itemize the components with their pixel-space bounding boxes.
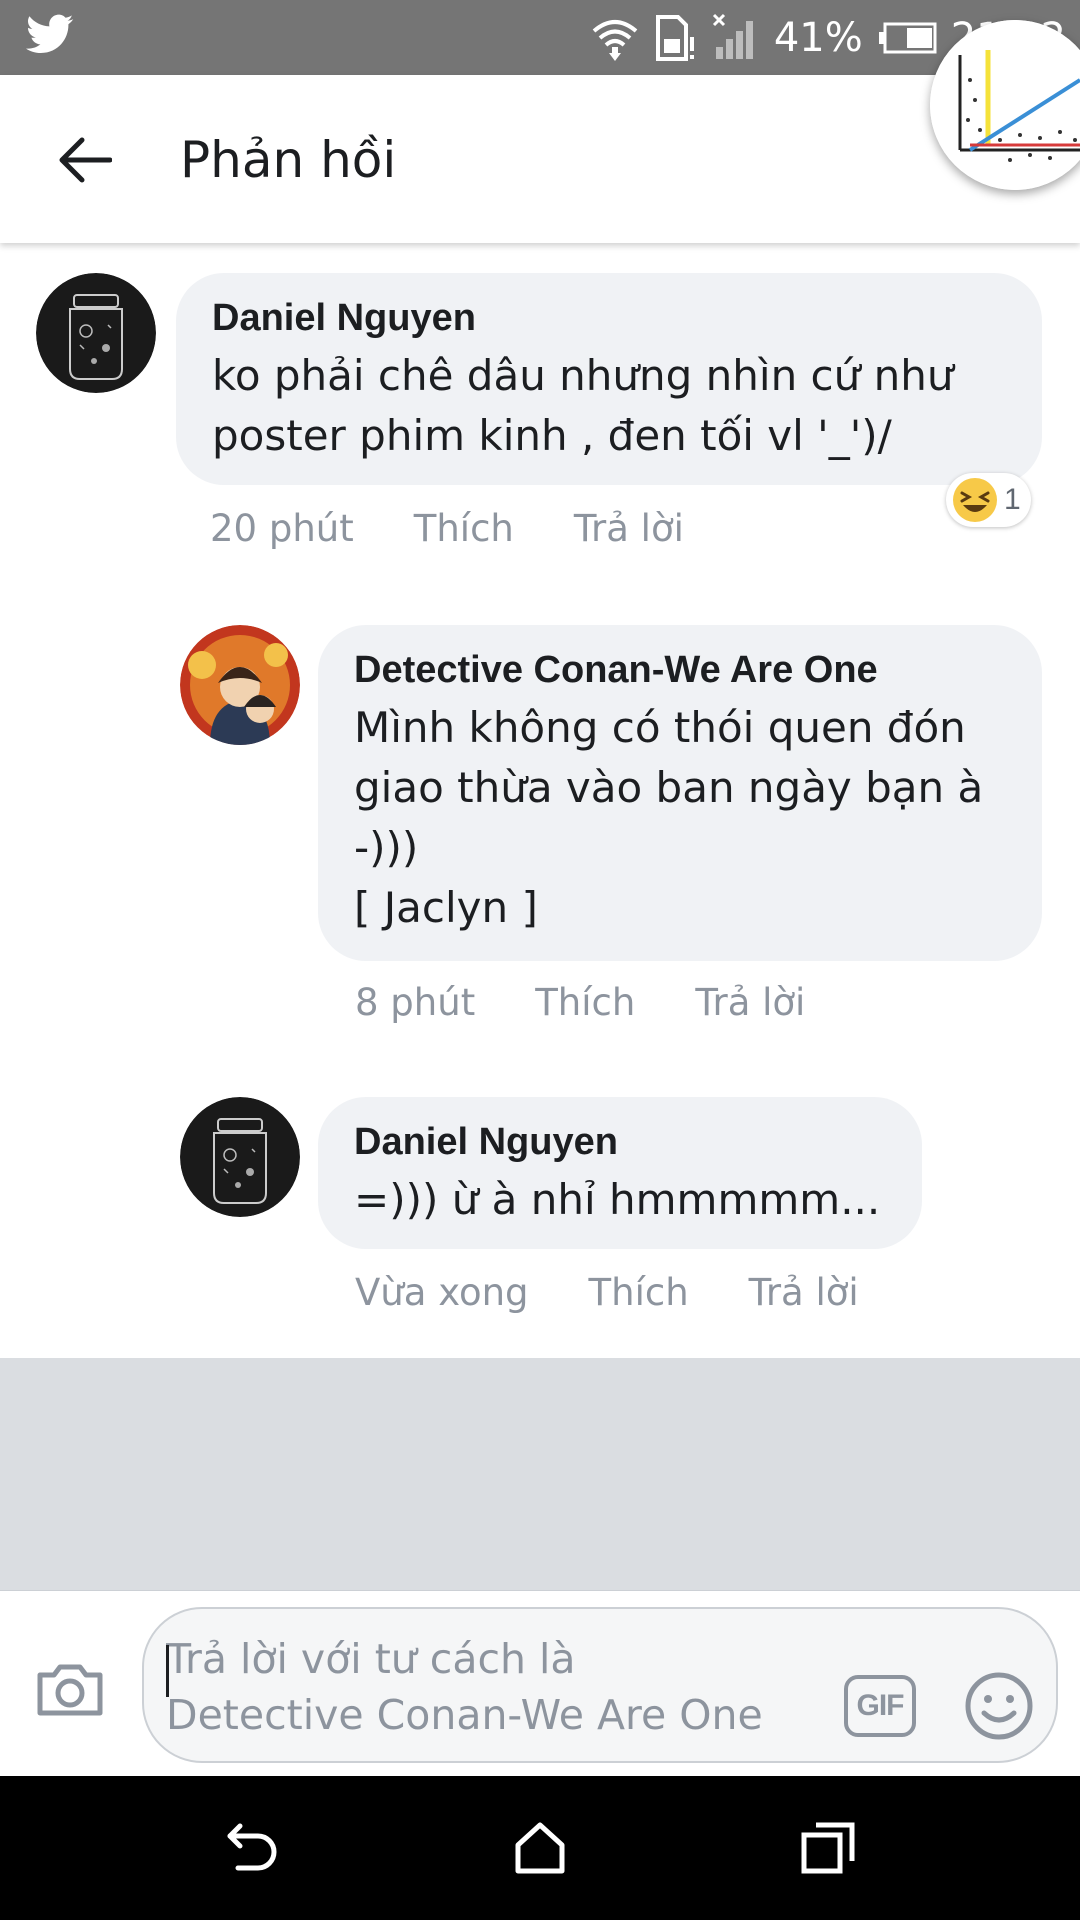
comment-meta: Vừa xong Thích Trả lời <box>355 1271 859 1314</box>
comment-bubble[interactable]: Daniel Nguyen ko phải chê dâu nhưng nhìn… <box>176 273 1042 485</box>
comment-author[interactable]: Detective Conan-We Are One <box>354 649 1006 692</box>
smiley-icon[interactable] <box>964 1671 1034 1746</box>
home-nav-icon[interactable] <box>510 1818 570 1878</box>
system-nav-bar <box>0 1776 1080 1920</box>
comment-text: ko phải chê dâu nhưng nhìn cứ như poster… <box>212 351 954 460</box>
wifi-icon <box>590 13 640 63</box>
comment-bubble[interactable]: Detective Conan-We Are One Mình không có… <box>318 625 1042 961</box>
reply-composer: GIF <box>0 1590 1080 1776</box>
like-button[interactable]: Thích <box>414 507 514 550</box>
app-header: Phản hồi <box>0 75 1080 243</box>
reply-input[interactable] <box>166 1631 816 1745</box>
signal-icon <box>712 13 760 63</box>
avatar[interactable] <box>180 1097 300 1217</box>
reply-button[interactable]: Trả lời <box>695 981 805 1024</box>
recents-nav-icon[interactable] <box>798 1818 858 1878</box>
empty-area <box>0 1358 1080 1590</box>
reply-button[interactable]: Trả lời <box>574 507 684 550</box>
camera-icon[interactable] <box>34 1659 106 1724</box>
sim-icon <box>654 13 698 63</box>
comment-time: 20 phút <box>210 507 354 550</box>
comment-text: Mình không có thói quen đón giao thừa và… <box>354 703 984 932</box>
reply-button[interactable]: Trả lời <box>749 1271 859 1314</box>
status-bar: 41% 21:12 <box>0 0 1080 75</box>
battery-percent: 41% <box>773 14 863 61</box>
back-arrow-icon[interactable] <box>50 125 120 195</box>
comments-list: Daniel Nguyen ko phải chê dâu nhưng nhìn… <box>0 243 1080 1358</box>
text-cursor <box>166 1645 169 1697</box>
avatar[interactable] <box>36 273 156 393</box>
reply-box[interactable]: GIF <box>142 1607 1058 1763</box>
twitter-icon <box>26 14 74 63</box>
reaction-badge[interactable]: 1 <box>946 473 1031 527</box>
like-button[interactable]: Thích <box>535 981 635 1024</box>
avatar[interactable] <box>180 625 300 745</box>
comment-meta: 8 phút Thích Trả lời <box>355 981 805 1024</box>
comment-time: 8 phút <box>355 981 476 1024</box>
comment-author[interactable]: Daniel Nguyen <box>212 297 1006 340</box>
back-nav-icon[interactable] <box>222 1818 282 1878</box>
page-title: Phản hồi <box>180 131 397 189</box>
comment-text: =))) ừ à nhỉ hmmmmm... <box>354 1175 881 1224</box>
comment-author[interactable]: Daniel Nguyen <box>354 1121 886 1164</box>
like-button[interactable]: Thích <box>589 1271 689 1314</box>
battery-icon <box>877 21 937 55</box>
comment-time: Vừa xong <box>355 1271 529 1314</box>
reaction-count: 1 <box>1004 483 1021 516</box>
laughing-emoji-icon <box>953 478 997 522</box>
comment-bubble[interactable]: Daniel Nguyen =))) ừ à nhỉ hmmmmm... <box>318 1097 922 1249</box>
comment-meta: 20 phút Thích Trả lời <box>210 507 684 550</box>
gif-button[interactable]: GIF <box>844 1675 916 1737</box>
